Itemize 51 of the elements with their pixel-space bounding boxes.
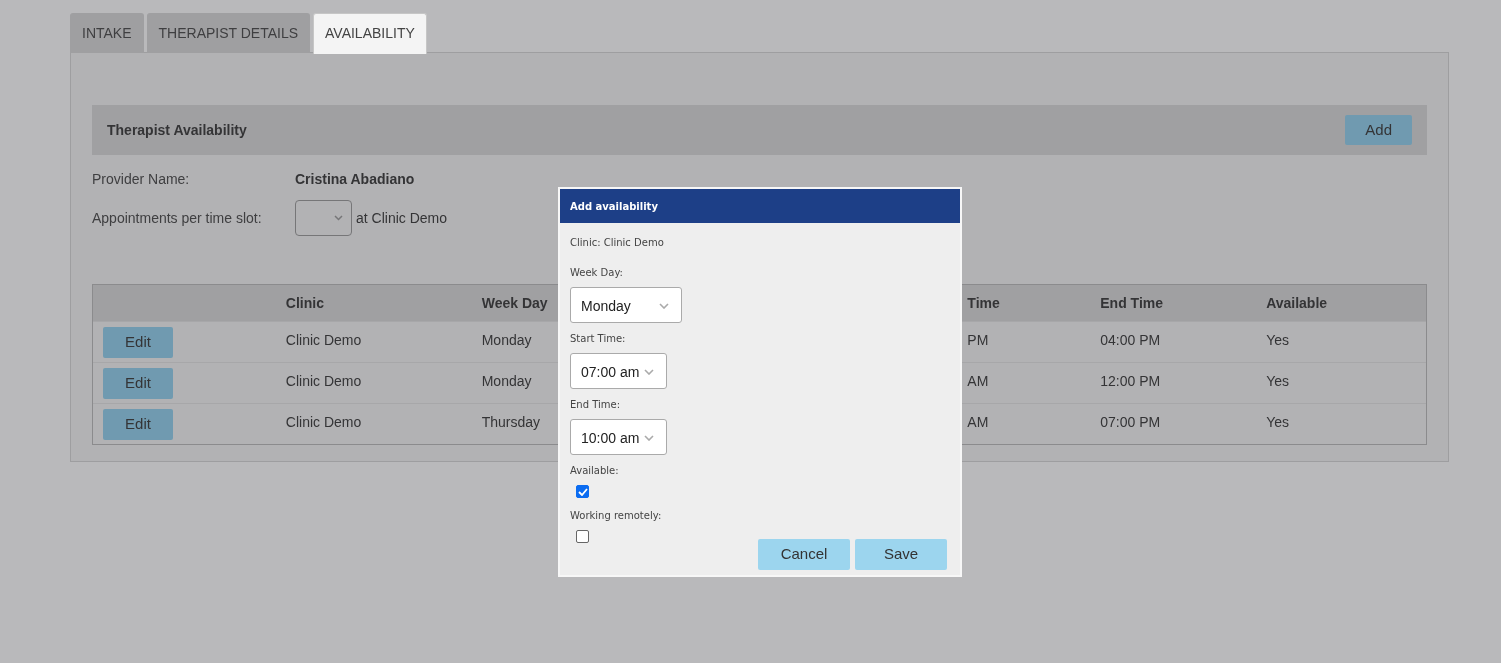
table-cell: Monday — [481, 373, 532, 389]
cancel-button[interactable]: Cancel — [758, 539, 850, 570]
field-label: Working remotely: — [570, 509, 663, 523]
tab[interactable]: AVAILABILITY — [313, 13, 427, 54]
field-label: Appointments per time slot: — [92, 208, 263, 228]
column-header: Time — [967, 294, 1000, 311]
add-button[interactable]: Add — [1345, 114, 1412, 146]
column-header: Week Day — [481, 294, 548, 311]
column-header: Clinic — [285, 294, 324, 311]
table-cell: Clinic Demo — [285, 373, 362, 389]
table-cell: Clinic Demo — [285, 332, 362, 348]
section-title: Therapist Availability — [107, 120, 247, 140]
select-field[interactable]: 10:00 am — [570, 419, 667, 455]
table-cell: Yes — [1266, 414, 1289, 430]
field-label: Week Day: — [570, 266, 624, 280]
tab[interactable]: THERAPIST DETAILS — [146, 13, 311, 53]
edit-button[interactable]: Edit — [103, 367, 173, 399]
clinic-label: at Clinic Demo — [356, 208, 448, 228]
clinic-label: Clinic: Clinic Demo — [570, 236, 665, 250]
table-cell: 07:00 PM — [1100, 414, 1161, 430]
edit-button[interactable]: Edit — [103, 326, 173, 358]
table-cell: PM — [967, 332, 989, 348]
edit-button[interactable]: Edit — [103, 408, 173, 440]
select-field[interactable]: 07:00 am — [570, 353, 667, 389]
chevron-down-icon — [659, 303, 669, 309]
checkbox[interactable] — [576, 485, 589, 498]
table-cell: Monday — [481, 332, 532, 348]
chevron-down-icon — [334, 215, 343, 221]
dialog-title: Add availability — [560, 189, 960, 223]
table-cell: 12:00 PM — [1100, 373, 1161, 389]
table-cell: AM — [967, 373, 989, 389]
tab[interactable]: INTAKE — [70, 13, 144, 53]
select-field[interactable]: Monday — [570, 287, 682, 323]
checkbox[interactable] — [576, 530, 589, 543]
table-cell: Yes — [1266, 332, 1289, 348]
table-cell: Thursday — [481, 414, 541, 430]
field-label: Provider Name: — [92, 170, 191, 189]
provider-name: Cristina Abadiano — [295, 170, 415, 189]
select-field[interactable] — [295, 200, 352, 236]
table-cell: Yes — [1266, 373, 1289, 389]
field-label: Start Time: — [570, 332, 627, 346]
field-label: Available: — [570, 464, 620, 478]
table-cell: AM — [967, 414, 989, 430]
column-header: End Time — [1100, 294, 1163, 311]
field-label: End Time: — [570, 398, 622, 412]
table-cell: Clinic Demo — [285, 414, 362, 430]
table-cell: 04:00 PM — [1100, 332, 1161, 348]
chevron-down-icon — [644, 435, 654, 441]
save-button[interactable]: Save — [855, 539, 947, 570]
chevron-down-icon — [644, 369, 654, 375]
column-header: Available — [1266, 294, 1328, 311]
